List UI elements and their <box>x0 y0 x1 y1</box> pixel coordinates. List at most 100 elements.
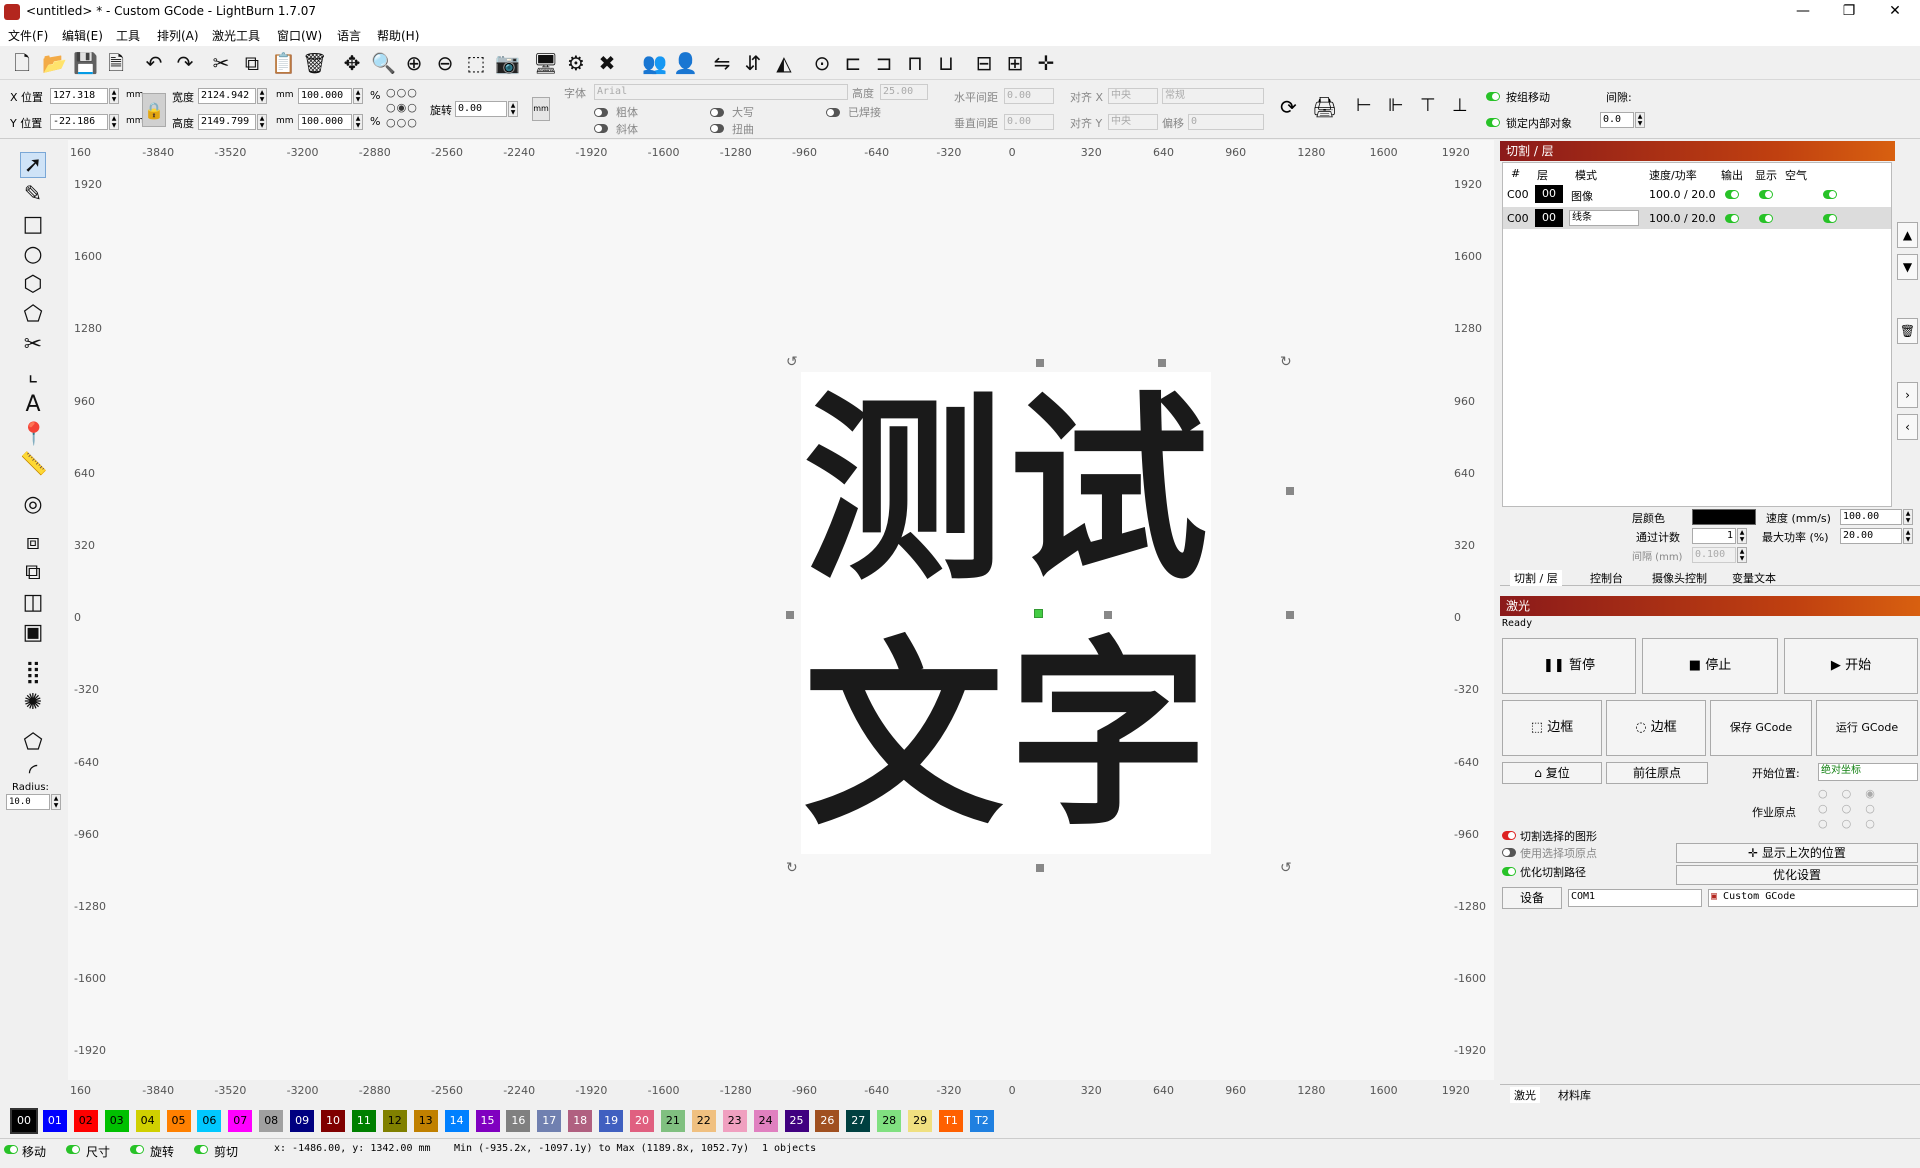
stop-button[interactable]: ■ 停止 <box>1642 638 1778 694</box>
lock-icon[interactable]: 🔒 <box>142 93 166 127</box>
x-position-field[interactable]: 127.318 <box>50 88 108 104</box>
rotate-spin[interactable]: ▲ ▼ <box>508 101 518 117</box>
ungroup-icon[interactable]: 👤 <box>673 51 698 75</box>
node-edit-icon[interactable]: ⬠ <box>20 730 46 756</box>
row-air-toggle[interactable] <box>1823 190 1837 199</box>
move-icon[interactable]: ✥ <box>340 51 364 75</box>
corner-tool-icon[interactable]: ⌞ <box>20 362 46 388</box>
palette-swatch-01[interactable]: 01 <box>42 1110 67 1132</box>
center-handle[interactable] <box>1034 609 1043 618</box>
delete-layer-icon[interactable]: 🗑 <box>1897 318 1918 344</box>
palette-swatch-t2[interactable]: T2 <box>969 1110 994 1132</box>
scale-handle-right[interactable] <box>1286 611 1294 619</box>
width-pct-spin[interactable]: ▲ ▼ <box>353 88 363 104</box>
width-spin[interactable]: ▲ ▼ <box>257 88 267 104</box>
align-y-select[interactable]: 中央 <box>1108 114 1158 130</box>
boolean-subtract-icon[interactable]: ◫ <box>20 590 46 616</box>
row-show-toggle[interactable] <box>1759 214 1773 223</box>
tab-camera[interactable]: 摄像头控制 <box>1652 570 1707 586</box>
camera-icon[interactable]: 📷 <box>495 51 520 75</box>
print-icon[interactable]: 🖨 <box>1312 95 1337 119</box>
group-move-toggle[interactable] <box>1486 92 1500 101</box>
cut-icon[interactable]: ✂ <box>209 51 233 75</box>
job-origin-selector[interactable]: ○○◉ ○○○ ○○○ <box>1818 786 1914 830</box>
palette-swatch-18[interactable]: 18 <box>568 1110 593 1132</box>
tab-cuts[interactable]: 切割 / 层 <box>1510 570 1562 586</box>
bold-toggle[interactable] <box>594 108 608 117</box>
select-tool-icon[interactable]: ➚ <box>20 152 46 178</box>
collapse-icon[interactable]: ‹ <box>1897 414 1918 440</box>
start-button[interactable]: ▶ 开始 <box>1784 638 1918 694</box>
text-tool-icon[interactable]: A <box>20 392 46 418</box>
goto-origin-button[interactable]: 前往原点 <box>1606 762 1708 784</box>
rotary-icon[interactable]: ⟳ <box>1280 95 1304 119</box>
menu-help[interactable]: 帮助(H) <box>377 27 419 44</box>
y-position-field[interactable]: -22.186 <box>50 114 108 130</box>
unit-toggle-button[interactable]: mm <box>532 97 550 121</box>
flip-vertical-icon[interactable]: ⇵ <box>741 51 765 75</box>
lock-inner-toggle[interactable] <box>1486 118 1500 127</box>
row-output-toggle[interactable] <box>1725 214 1739 223</box>
circular-array-icon[interactable]: ✺ <box>20 690 46 716</box>
size-toggle[interactable] <box>66 1145 80 1154</box>
font-field[interactable]: Arial <box>594 84 848 100</box>
row-show-toggle[interactable] <box>1759 190 1773 199</box>
table-row[interactable]: C00 00 图像 100.0 / 20.0 <box>1503 183 1891 205</box>
layer-color-swatch[interactable] <box>1692 509 1756 525</box>
align-top-icon[interactable]: ⊤ <box>1420 95 1436 116</box>
port-select[interactable]: COM1 <box>1568 889 1702 907</box>
palette-swatch-19[interactable]: 19 <box>599 1110 624 1132</box>
x-spin[interactable]: ▲ ▼ <box>109 88 119 104</box>
start-from-select[interactable]: 绝对坐标 <box>1818 763 1918 781</box>
run-gcode-button[interactable]: 运行 GCode <box>1816 700 1918 756</box>
row-output-toggle[interactable] <box>1725 190 1739 199</box>
tab-laser[interactable]: 激光 <box>1510 1087 1540 1103</box>
ellipse-tool-icon[interactable]: ○ <box>20 242 46 268</box>
boolean-intersect-icon[interactable]: ▣ <box>20 620 46 646</box>
height-pct-spin[interactable]: ▲ ▼ <box>353 114 363 130</box>
settings-icon[interactable]: ⚙ <box>564 51 588 75</box>
radius-field[interactable]: 10.0 <box>6 794 50 810</box>
tools-icon[interactable]: ✖ <box>595 51 619 75</box>
palette-swatch-24[interactable]: 24 <box>753 1110 778 1132</box>
group-icon[interactable]: 👥 <box>642 51 667 75</box>
distort-toggle[interactable] <box>710 124 724 133</box>
rubber-band-frame-button[interactable]: ◌ 边框 <box>1606 700 1706 756</box>
upper-toggle[interactable] <box>710 108 724 117</box>
pentagon-tool-icon[interactable]: ⬠ <box>20 302 46 328</box>
width-field[interactable]: 2124.942 <box>198 88 256 104</box>
device-select[interactable]: ▣ Custom GCode <box>1708 889 1918 907</box>
interval-spin[interactable]: ▲ ▼ <box>1737 547 1747 563</box>
use-selection-origin-toggle[interactable] <box>1502 848 1516 857</box>
skew-handle-top[interactable] <box>1158 359 1166 367</box>
position-tool-icon[interactable]: 📍 <box>20 422 47 448</box>
save-as-icon[interactable]: 🗎 <box>104 51 128 75</box>
shear-toggle[interactable] <box>194 1145 208 1154</box>
optimize-cut-toggle[interactable] <box>1502 867 1516 876</box>
row-mode-select[interactable]: 线条 <box>1569 210 1639 226</box>
palette-swatch-10[interactable]: 10 <box>321 1110 345 1132</box>
row-air-toggle[interactable] <box>1823 214 1837 223</box>
palette-swatch-11[interactable]: 11 <box>351 1110 376 1132</box>
radius-spin[interactable]: ▲ ▼ <box>51 794 61 810</box>
move-together-icon[interactable]: ⊞ <box>1003 51 1027 75</box>
y-spin[interactable]: ▲ ▼ <box>109 114 119 130</box>
design-canvas[interactable]: 160 -3840 -3520 -3200 -2880 -2560 -2240 -1920 -1… <box>68 140 1494 1097</box>
offset-field[interactable]: 0 <box>1188 114 1264 130</box>
zoom-icon[interactable]: 🔍 <box>371 51 396 75</box>
trim-tool-icon[interactable]: ✂ <box>20 332 46 358</box>
palette-swatch-17[interactable]: 17 <box>537 1110 562 1132</box>
menu-file[interactable]: 文件(F) <box>8 27 48 44</box>
rotate-toggle[interactable] <box>130 1145 144 1154</box>
measure-tool-icon[interactable]: 📏 <box>20 452 47 478</box>
tab-material-library[interactable]: 材料库 <box>1558 1087 1591 1103</box>
menu-edit[interactable]: 编辑(E) <box>62 27 103 44</box>
close-button[interactable]: ✕ <box>1872 0 1918 24</box>
palette-swatch-25[interactable]: 25 <box>784 1110 809 1132</box>
scale-handle-center[interactable] <box>1104 611 1112 619</box>
rotate-handle-tr-icon[interactable]: ↻ <box>1280 354 1296 370</box>
palette-swatch-03[interactable]: 03 <box>104 1110 129 1132</box>
save-file-icon[interactable]: 💾 <box>73 51 98 75</box>
passes-field[interactable]: 1 <box>1692 528 1736 544</box>
palette-swatch-07[interactable]: 07 <box>228 1110 253 1132</box>
